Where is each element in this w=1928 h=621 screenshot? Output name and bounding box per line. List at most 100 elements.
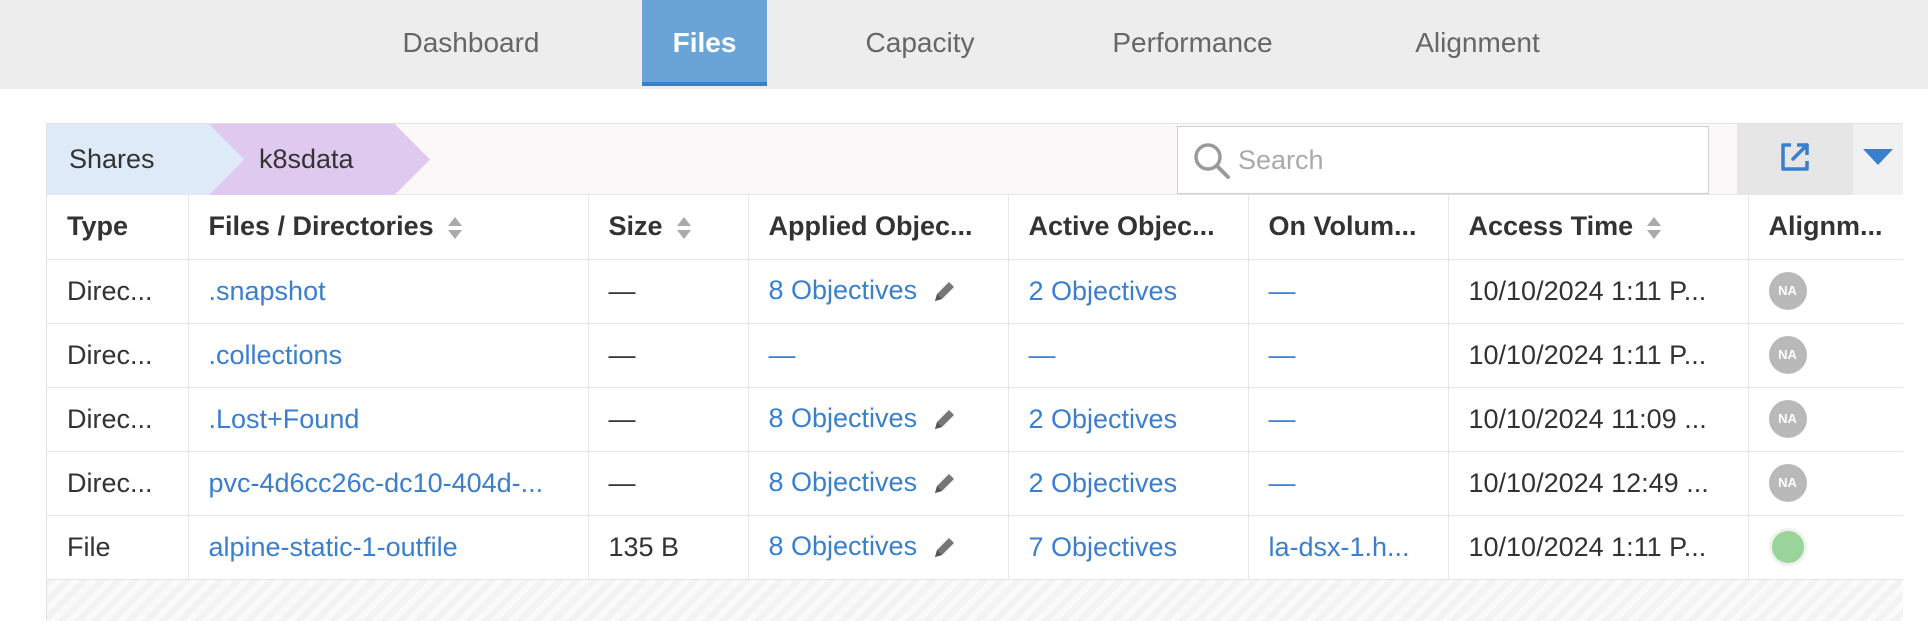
search-input[interactable] (1238, 127, 1698, 193)
active-objectives-link[interactable]: 2 Objectives (1029, 468, 1178, 498)
cell-alignment: NA (1748, 451, 1903, 516)
column-header-files[interactable]: Files / Directories (188, 195, 589, 260)
sort-icon[interactable] (676, 215, 691, 241)
toolbar-dropdown-button[interactable] (1853, 124, 1903, 195)
column-header-type: Type (47, 195, 189, 260)
volume-link[interactable]: la-dsx-1.h... (1269, 532, 1410, 562)
pencil-icon[interactable] (929, 405, 959, 435)
pencil-icon[interactable] (929, 533, 959, 563)
active-objectives-link[interactable]: 2 Objectives (1029, 404, 1178, 434)
cell-access-time: 10/10/2024 11:09 ... (1448, 387, 1749, 452)
applied-objectives-link[interactable]: 8 Objectives (769, 403, 918, 433)
applied-objectives-link[interactable]: — (769, 340, 796, 370)
files-panel: Shares k8sdata Search Type Files / Direc… (46, 123, 1903, 621)
cell-access-time: 10/10/2024 12:49 ... (1448, 451, 1749, 516)
active-objectives-link[interactable]: 7 Objectives (1029, 532, 1178, 562)
cell-applied-objectives: 8 Objectives (748, 387, 1009, 452)
cell-name[interactable]: .Lost+Found (188, 387, 589, 452)
cell-size: — (588, 323, 749, 388)
cell-alignment: NA (1748, 323, 1903, 388)
files-table: Type Files / Directories Size Applied Ob… (47, 195, 1903, 580)
cell-name[interactable]: .snapshot (188, 259, 589, 324)
cell-on-volume: — (1248, 323, 1449, 388)
active-objectives-link[interactable]: — (1029, 340, 1056, 370)
cell-on-volume: — (1248, 451, 1449, 516)
sort-icon[interactable] (447, 215, 462, 241)
cell-active-objectives: 2 Objectives (1008, 451, 1249, 516)
active-objectives-link[interactable]: 2 Objectives (1029, 276, 1178, 306)
external-link-icon (1777, 139, 1813, 180)
cell-access-time: 10/10/2024 1:11 P... (1448, 515, 1749, 580)
table-row[interactable]: Direc... .snapshot — 8 Objectives 2 Obje… (47, 259, 1903, 324)
alignment-na-badge: NA (1768, 336, 1807, 374)
column-header-alignment: Alignm... (1748, 195, 1903, 260)
cell-alignment: NA (1748, 387, 1903, 452)
table-row[interactable]: File alpine-static-1-outfile 135 B 8 Obj… (47, 515, 1903, 580)
alignment-na-badge: NA (1768, 272, 1807, 310)
cell-size: — (588, 259, 749, 324)
cell-name[interactable]: .collections (188, 323, 589, 388)
pencil-icon[interactable] (929, 277, 959, 307)
applied-objectives-link[interactable]: 8 Objectives (769, 275, 918, 305)
cell-size: — (588, 451, 749, 516)
cell-applied-objectives: — (748, 323, 1009, 388)
cell-size: — (588, 387, 749, 452)
tab-capacity[interactable]: Capacity (840, 0, 1000, 86)
alignment-ok-indicator (1768, 528, 1807, 566)
applied-objectives-link[interactable]: 8 Objectives (769, 531, 918, 561)
cell-on-volume: — (1248, 259, 1449, 324)
cell-type: Direc... (47, 323, 189, 388)
top-nav: Dashboard Files Capacity Performance Ali… (0, 0, 1928, 89)
breadcrumb-k8sdata[interactable]: k8sdata (259, 124, 354, 195)
cell-applied-objectives: 8 Objectives (748, 451, 1009, 516)
cell-name[interactable]: alpine-static-1-outfile (188, 515, 589, 580)
sort-icon[interactable] (1647, 215, 1662, 241)
cell-access-time: 10/10/2024 1:11 P... (1448, 259, 1749, 324)
table-empty-area (47, 580, 1903, 621)
cell-on-volume: la-dsx-1.h... (1248, 515, 1449, 580)
tab-performance[interactable]: Performance (1090, 0, 1295, 86)
cell-type: Direc... (47, 387, 189, 452)
cell-size: 135 B (588, 515, 749, 580)
tab-alignment[interactable]: Alignment (1390, 0, 1565, 86)
table-row[interactable]: Direc... .Lost+Found — 8 Objectives 2 Ob… (47, 387, 1903, 452)
cell-applied-objectives: 8 Objectives (748, 515, 1009, 580)
search-icon (1192, 141, 1232, 181)
cell-alignment (1748, 515, 1903, 580)
volume-link[interactable]: — (1269, 404, 1296, 434)
cell-active-objectives: 7 Objectives (1008, 515, 1249, 580)
cell-alignment: NA (1748, 259, 1903, 324)
cell-active-objectives: 2 Objectives (1008, 259, 1249, 324)
column-header-on-volume: On Volum... (1248, 195, 1449, 260)
volume-link[interactable]: — (1269, 276, 1296, 306)
cell-applied-objectives: 8 Objectives (748, 259, 1009, 324)
toolbar: Shares k8sdata (47, 124, 1903, 195)
column-header-active-objectives: Active Objec... (1008, 195, 1249, 260)
alignment-na-badge: NA (1768, 400, 1807, 438)
table-header-row: Type Files / Directories Size Applied Ob… (47, 195, 1903, 260)
cell-active-objectives: — (1008, 323, 1249, 388)
column-header-size[interactable]: Size (588, 195, 749, 260)
export-button[interactable] (1737, 124, 1853, 195)
chevron-down-icon (1861, 147, 1895, 172)
tab-files[interactable]: Files (642, 0, 767, 86)
volume-link[interactable]: — (1269, 340, 1296, 370)
table-row[interactable]: Direc... .collections — — — — 10/10/2024… (47, 323, 1903, 388)
search-box (1177, 126, 1709, 194)
cell-type: Direc... (47, 451, 189, 516)
column-header-access-time[interactable]: Access Time (1448, 195, 1749, 260)
tab-dashboard[interactable]: Dashboard (371, 0, 571, 86)
cell-type: Direc... (47, 259, 189, 324)
cell-on-volume: — (1248, 387, 1449, 452)
applied-objectives-link[interactable]: 8 Objectives (769, 467, 918, 497)
cell-type: File (47, 515, 189, 580)
volume-link[interactable]: — (1269, 468, 1296, 498)
cell-name[interactable]: pvc-4d6cc26c-dc10-404d-... (188, 451, 589, 516)
cell-access-time: 10/10/2024 1:11 P... (1448, 323, 1749, 388)
column-header-applied-objectives: Applied Objec... (748, 195, 1009, 260)
alignment-na-badge: NA (1768, 464, 1807, 502)
table-row[interactable]: Direc... pvc-4d6cc26c-dc10-404d-... — 8 … (47, 451, 1903, 516)
breadcrumb-shares[interactable]: Shares (47, 124, 217, 195)
pencil-icon[interactable] (929, 469, 959, 499)
cell-active-objectives: 2 Objectives (1008, 387, 1249, 452)
